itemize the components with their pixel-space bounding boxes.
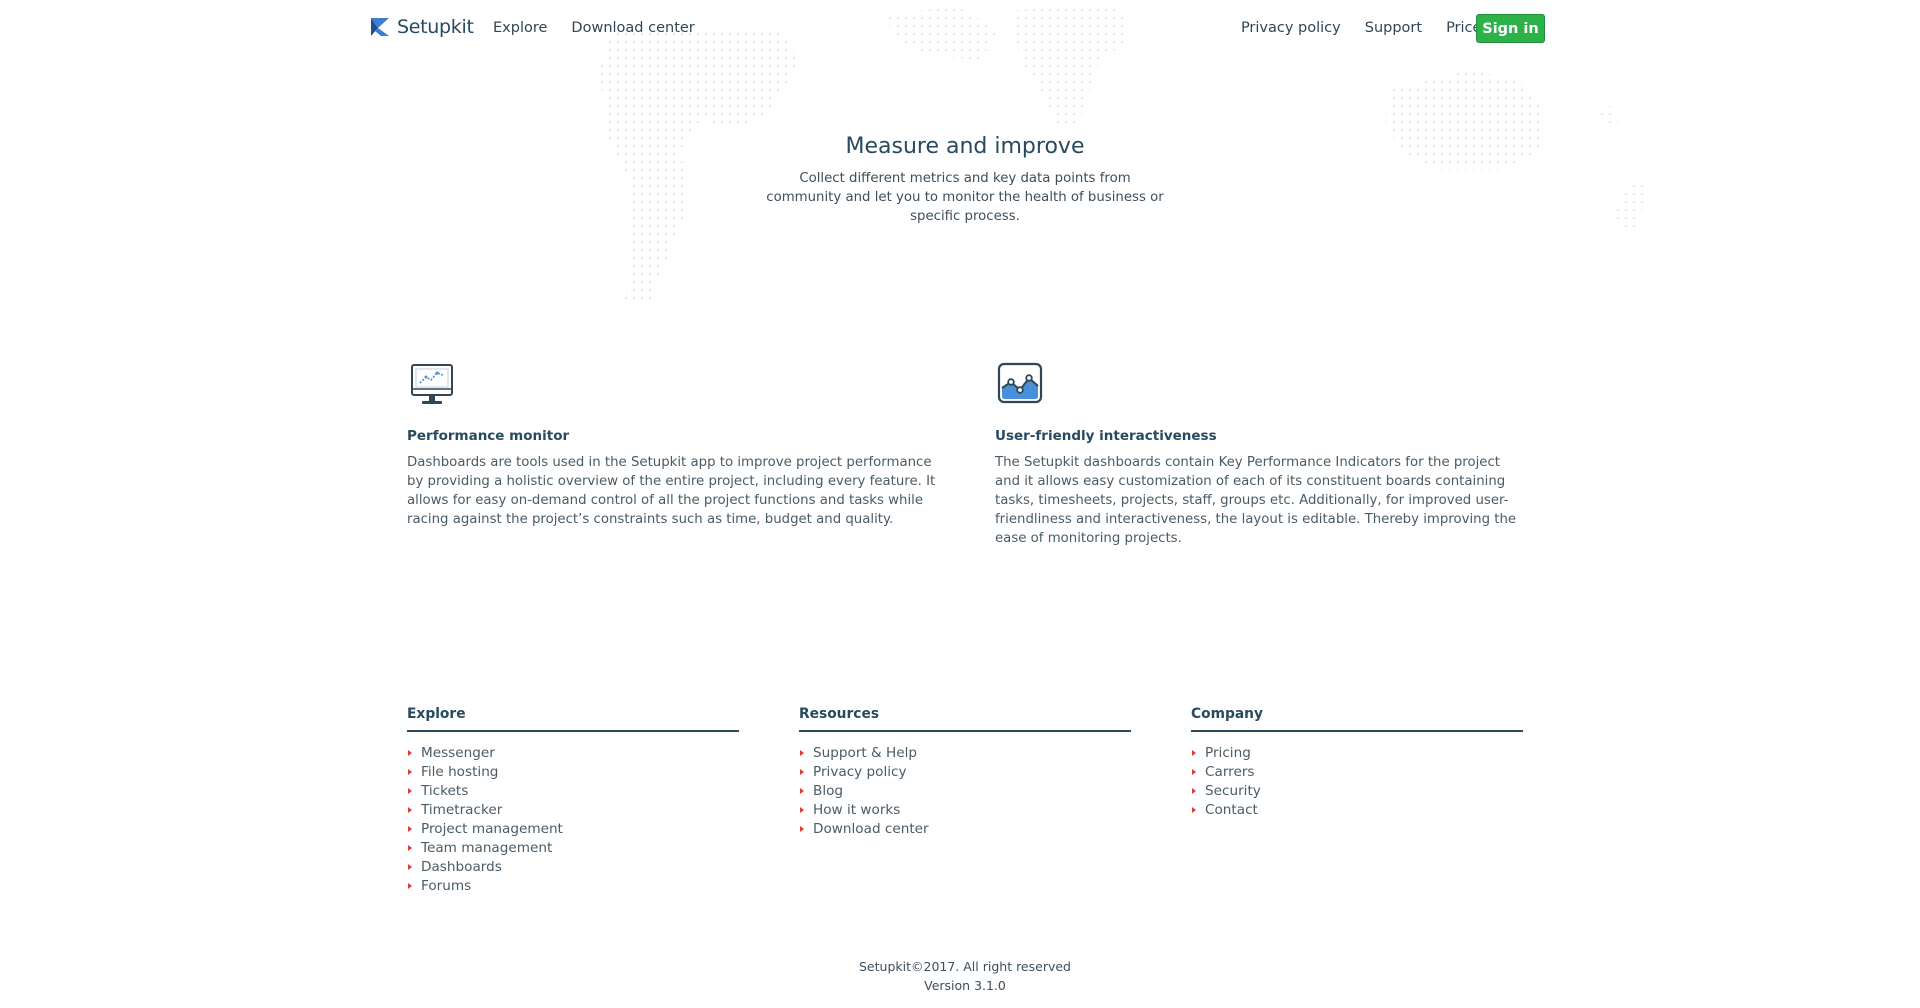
bullet-arrow-icon: [408, 883, 412, 889]
feature-performance-monitor: Performance monitor Dashboards are tools…: [407, 362, 937, 529]
footer-link-file-hosting[interactable]: File hosting: [407, 763, 739, 782]
footer-link-carrers[interactable]: Carrers: [1191, 763, 1523, 782]
nav-support-link[interactable]: Support: [1365, 20, 1422, 36]
setupkit-logo-icon: [371, 18, 389, 36]
footer-link-team-management[interactable]: Team management: [407, 839, 739, 858]
bullet-arrow-icon: [408, 769, 412, 775]
bullet-arrow-icon: [800, 750, 804, 756]
secondary-nav: Privacy policy Support Prices: [1241, 20, 1489, 36]
brand-logo-link[interactable]: Setupkit: [369, 16, 474, 38]
footer-column-title: Explore: [407, 706, 739, 732]
nav-explore-link[interactable]: Explore: [493, 20, 547, 36]
footer-link-pricing[interactable]: Pricing: [1191, 744, 1523, 763]
link-label: Pricing: [1205, 745, 1251, 761]
link-label: Carrers: [1205, 764, 1255, 780]
footer-column-explore: Explore Messenger File hosting Tickets T…: [407, 706, 739, 896]
footer-column-title: Company: [1191, 706, 1523, 732]
footer-column-company: Company Pricing Carrers Security Contact: [1191, 706, 1523, 820]
footer-link-blog[interactable]: Blog: [799, 782, 1131, 801]
footer-link-dashboards[interactable]: Dashboards: [407, 858, 739, 877]
bullet-arrow-icon: [408, 826, 412, 832]
bullet-arrow-icon: [800, 769, 804, 775]
area-chart-icon: [997, 362, 1043, 404]
bullet-arrow-icon: [1192, 807, 1196, 813]
footer-link-privacy-policy[interactable]: Privacy policy: [799, 763, 1131, 782]
brand-name: Setupkit: [397, 16, 474, 38]
footer-link-forums[interactable]: Forums: [407, 877, 739, 896]
link-label: Team management: [421, 840, 553, 856]
link-label: Blog: [813, 783, 844, 799]
link-label: Security: [1205, 783, 1261, 799]
bullet-arrow-icon: [1192, 750, 1196, 756]
footer-link-list: Pricing Carrers Security Contact: [1191, 744, 1523, 820]
footer-link-timetracker[interactable]: Timetracker: [407, 801, 739, 820]
feature-title: Performance monitor: [407, 428, 570, 444]
footer-column-title: Resources: [799, 706, 1131, 732]
hero-title: Measure and improve: [845, 134, 1085, 159]
link-label: Contact: [1205, 802, 1258, 818]
footer-link-messenger[interactable]: Messenger: [407, 744, 739, 763]
feature-description: Dashboards are tools used in the Setupki…: [407, 455, 936, 527]
bullet-arrow-icon: [408, 788, 412, 794]
link-label: Tickets: [421, 783, 469, 799]
footer-link-contact[interactable]: Contact: [1191, 801, 1523, 820]
link-label: Forums: [421, 878, 472, 894]
monitor-chart-icon: [411, 364, 453, 404]
copyright-block: Setupkit©2017. All right reserved Versio…: [760, 957, 1170, 995]
sign-in-button[interactable]: Sign in: [1476, 14, 1545, 43]
hero-section: Measure and improve Collect different me…: [760, 134, 1170, 226]
link-label: Dashboards: [421, 859, 502, 875]
bullet-arrow-icon: [408, 845, 412, 851]
top-navigation: Setupkit Explore Download center Privacy…: [369, 12, 1545, 46]
link-label: Project management: [421, 821, 563, 837]
link-label: How it works: [813, 802, 901, 818]
copyright-text: Setupkit©2017. All right reserved: [859, 959, 1071, 974]
footer-link-security[interactable]: Security: [1191, 782, 1523, 801]
bullet-arrow-icon: [1192, 769, 1196, 775]
footer-link-support-help[interactable]: Support & Help: [799, 744, 1131, 763]
footer-link-project-management[interactable]: Project management: [407, 820, 739, 839]
link-label: Download center: [813, 821, 929, 837]
link-label: Support & Help: [813, 745, 917, 761]
bullet-arrow-icon: [408, 750, 412, 756]
bullet-arrow-icon: [800, 788, 804, 794]
version-text: Version 3.1.0: [924, 978, 1006, 993]
footer-link-list: Messenger File hosting Tickets Timetrack…: [407, 744, 739, 896]
bullet-arrow-icon: [1192, 788, 1196, 794]
hero-description: Collect different metrics and key data p…: [766, 171, 1164, 224]
footer-link-how-it-works[interactable]: How it works: [799, 801, 1131, 820]
bullet-arrow-icon: [800, 807, 804, 813]
link-label: Privacy policy: [813, 764, 907, 780]
primary-nav: Explore Download center: [493, 20, 695, 36]
bullet-arrow-icon: [408, 864, 412, 870]
nav-privacy-policy-link[interactable]: Privacy policy: [1241, 20, 1341, 36]
nav-download-center-link[interactable]: Download center: [571, 20, 694, 36]
feature-title: User-friendly interactiveness: [995, 428, 1217, 444]
feature-description: The Setupkit dashboards contain Key Perf…: [995, 455, 1517, 546]
feature-user-friendly-interactiveness: User-friendly interactiveness The Setupk…: [995, 362, 1525, 548]
link-label: Timetracker: [421, 802, 503, 818]
footer-link-tickets[interactable]: Tickets: [407, 782, 739, 801]
link-label: Messenger: [421, 745, 495, 761]
footer-link-download-center[interactable]: Download center: [799, 820, 1131, 839]
link-label: File hosting: [421, 764, 499, 780]
bullet-arrow-icon: [800, 826, 804, 832]
bullet-arrow-icon: [408, 807, 412, 813]
footer-link-list: Support & Help Privacy policy Blog How i…: [799, 744, 1131, 839]
footer-column-resources: Resources Support & Help Privacy policy …: [799, 706, 1131, 839]
